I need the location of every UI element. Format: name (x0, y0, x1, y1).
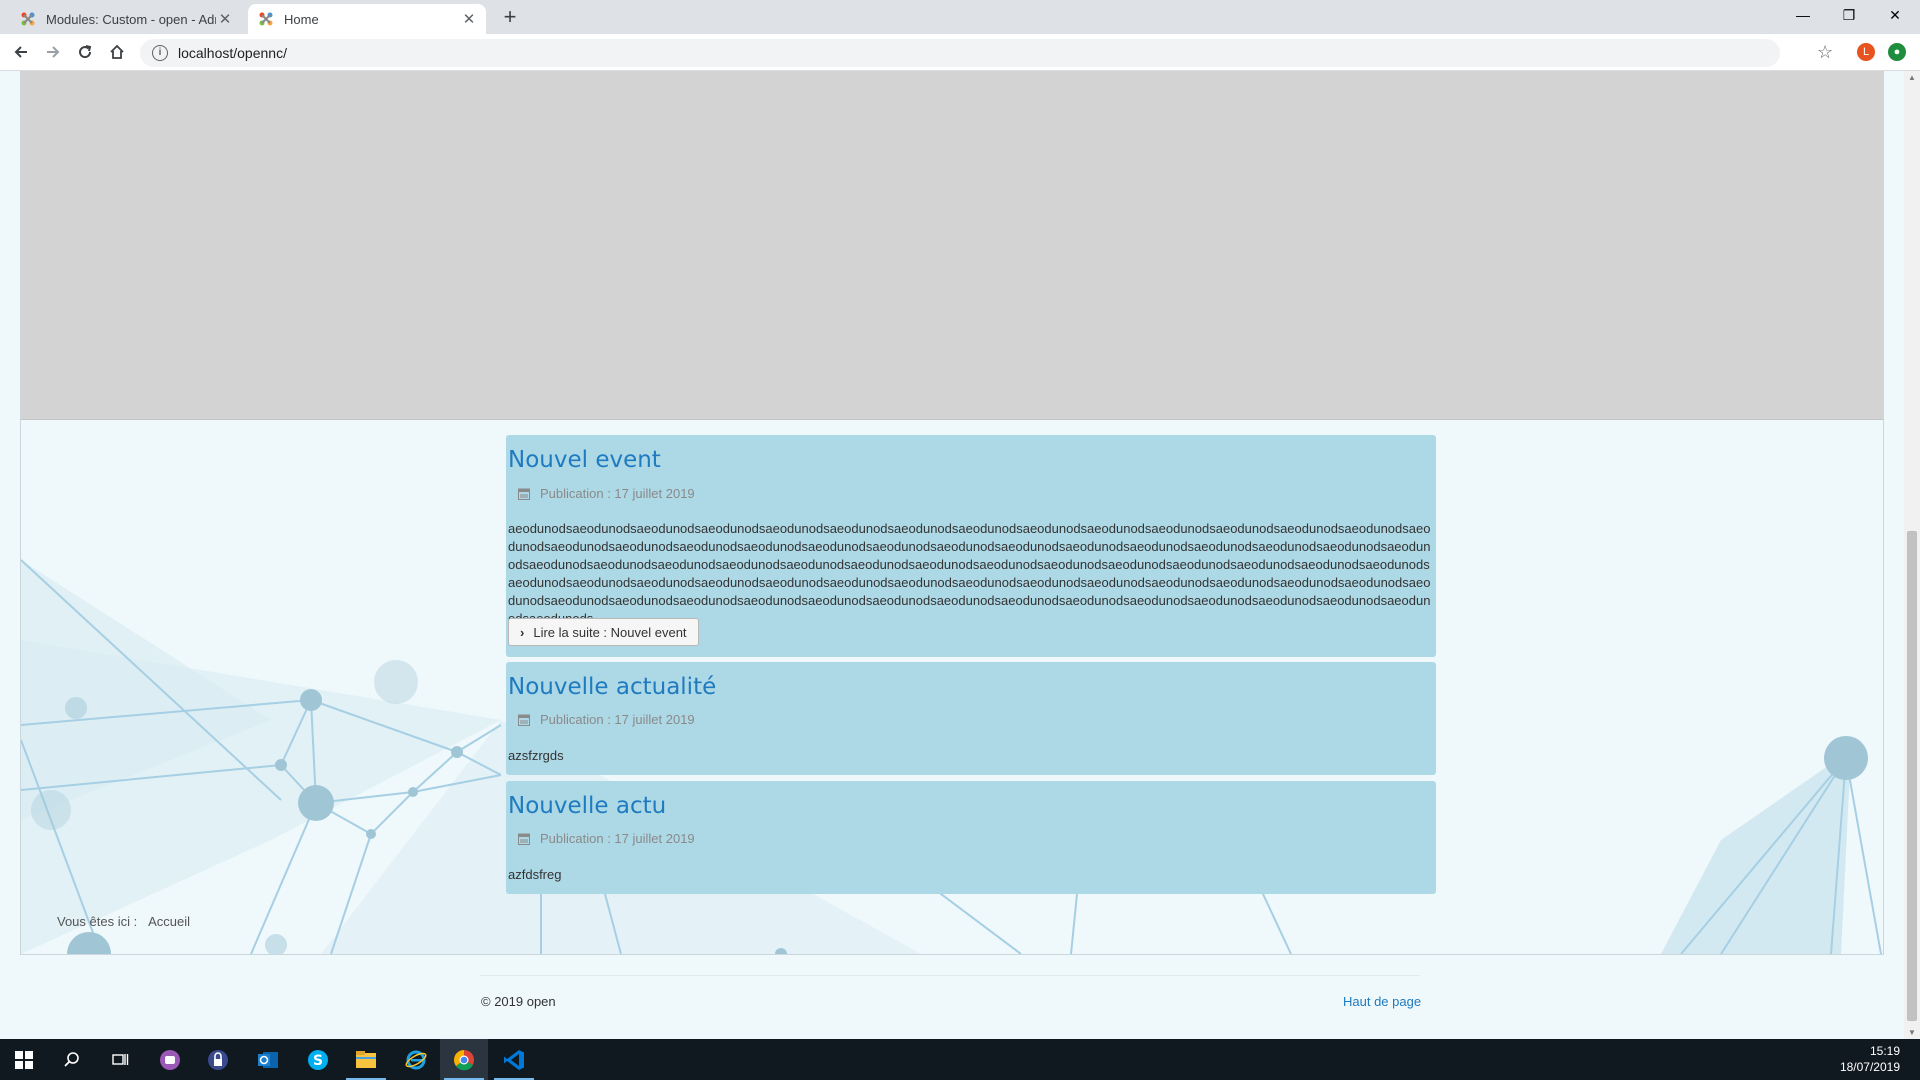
tab-title: Home (284, 11, 319, 27)
footer-copyright: © 2019 open (481, 994, 556, 1009)
article-date: Publication : 17 juillet 2019 (540, 486, 695, 501)
file-explorer-icon[interactable] (342, 1039, 390, 1080)
back-to-top-link[interactable]: Haut de page (1343, 994, 1421, 1009)
header-banner (21, 71, 1883, 420)
article-card: Nouvelle actu Publication : 17 juillet 2… (506, 781, 1436, 894)
app-purple-icon[interactable] (146, 1039, 194, 1080)
home-icon[interactable] (105, 40, 129, 64)
lock-app-icon[interactable] (194, 1039, 242, 1080)
scroll-down-icon[interactable]: ▼ (1904, 1028, 1920, 1037)
svg-text:S: S (313, 1053, 323, 1069)
breadcrumb: Vous êtes ici : Accueil (57, 914, 190, 929)
close-icon[interactable]: ✕ (460, 10, 478, 28)
tab-modules-custom[interactable]: Modules: Custom - open - Admin ✕ (10, 4, 242, 34)
page-viewport: Nouvel event Publication : 17 juillet 20… (0, 71, 1904, 1039)
extension-icon[interactable]: ● (1888, 43, 1906, 61)
scrollbar-thumb[interactable] (1907, 531, 1917, 1021)
bookmark-star-icon[interactable]: ☆ (1817, 42, 1833, 63)
article-card: Nouvel event Publication : 17 juillet 20… (506, 435, 1436, 657)
article-date: Publication : 17 juillet 2019 (540, 712, 695, 727)
chevron-right-icon: › (520, 624, 525, 640)
article-date: Publication : 17 juillet 2019 (540, 831, 695, 846)
outlook-icon[interactable] (244, 1039, 292, 1080)
new-tab-button[interactable]: + (498, 5, 522, 29)
article-body: azfdsfreg (508, 867, 562, 882)
article-card: Nouvelle actualité Publication : 17 juil… (506, 662, 1436, 775)
breadcrumb-home[interactable]: Accueil (148, 914, 190, 929)
forward-icon[interactable] (41, 40, 65, 64)
restore-icon[interactable]: ❐ (1826, 0, 1872, 30)
windows-start-icon[interactable] (0, 1039, 48, 1080)
info-icon[interactable]: i (152, 45, 168, 61)
article-title[interactable]: Nouvelle actu (508, 793, 666, 819)
vscode-icon[interactable] (490, 1039, 538, 1080)
browser-toolbar: i localhost/opennc/ ☆ L ● (0, 34, 1920, 71)
scroll-up-icon[interactable]: ▲ (1904, 73, 1920, 82)
footer-divider (480, 975, 1420, 976)
read-more-button[interactable]: › Lire la suite : Nouvel event (508, 618, 699, 646)
calendar-icon (518, 714, 530, 726)
joomla-icon (259, 12, 273, 26)
page-scrollbar[interactable]: ▲ ▼ (1904, 71, 1920, 1039)
read-more-label: Lire la suite : Nouvel event (533, 624, 687, 640)
page-frame: Nouvel event Publication : 17 juillet 20… (20, 71, 1884, 955)
close-icon[interactable]: ✕ (216, 10, 234, 28)
article-body: aeodunodsaeodunodsaeodunodsaeodunodsaeod… (508, 521, 1431, 626)
window-close-icon[interactable]: ✕ (1872, 0, 1918, 30)
internet-explorer-icon[interactable] (392, 1039, 440, 1080)
system-clock[interactable]: 15:19 18/07/2019 (1840, 1043, 1900, 1075)
reload-icon[interactable] (73, 40, 97, 64)
joomla-icon (21, 12, 35, 26)
address-bar[interactable]: i localhost/opennc/ (140, 39, 1780, 67)
article-meta: Publication : 17 juillet 2019 (518, 712, 695, 727)
article-meta: Publication : 17 juillet 2019 (518, 831, 695, 846)
browser-tab-strip: Modules: Custom - open - Admin ✕ Home ✕ … (0, 0, 1920, 34)
clock-time: 15:19 (1869, 1044, 1900, 1058)
back-icon[interactable] (9, 40, 33, 64)
article-title[interactable]: Nouvel event (508, 447, 661, 473)
minimize-icon[interactable]: — (1780, 0, 1826, 30)
tab-home[interactable]: Home ✕ (248, 4, 486, 34)
skype-icon[interactable]: S (294, 1039, 342, 1080)
breadcrumb-label: Vous êtes ici : (57, 914, 138, 929)
tab-title: Modules: Custom - open - Admin (46, 11, 216, 27)
task-view-icon[interactable] (96, 1039, 144, 1080)
calendar-icon (518, 833, 530, 845)
calendar-icon (518, 488, 530, 500)
search-icon[interactable] (48, 1039, 96, 1080)
article-meta: Publication : 17 juillet 2019 (518, 486, 695, 501)
windows-taskbar: S 15:19 18/07/2019 (0, 1039, 1920, 1080)
profile-avatar[interactable]: L (1857, 43, 1875, 61)
url-text[interactable]: localhost/opennc/ (178, 45, 287, 61)
clock-date: 18/07/2019 (1839, 1060, 1900, 1074)
chrome-icon[interactable] (440, 1039, 488, 1080)
article-body: azsfzrgds (508, 748, 564, 763)
article-title[interactable]: Nouvelle actualité (508, 674, 716, 700)
